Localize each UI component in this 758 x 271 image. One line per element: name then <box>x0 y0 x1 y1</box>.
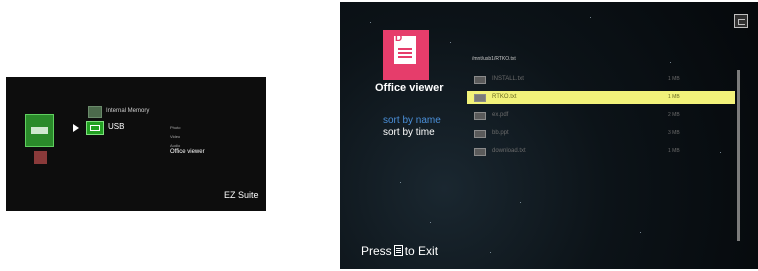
ez-suite-app-icon[interactable] <box>25 114 54 147</box>
file-row[interactable]: INSTALL.txt 1 MB <box>467 73 735 86</box>
exit-icon[interactable] <box>734 14 748 28</box>
file-row[interactable]: ex.pdf 2 MB <box>467 109 735 122</box>
file-size: 1 MB <box>668 94 680 100</box>
file-size: 1 MB <box>668 148 680 154</box>
document-icon <box>383 30 429 80</box>
exit-hint: Press to Exit <box>361 244 438 258</box>
document-icon-letter: D <box>395 33 403 44</box>
selection-arrow-icon <box>73 124 79 132</box>
file-row-selected[interactable]: RTKO.txt 1 MB <box>467 91 735 104</box>
home-menu-panel: Internal Memory USB Photo Video Audio Of… <box>6 77 266 211</box>
file-size: 2 MB <box>668 112 680 118</box>
file-name: INSTALL.txt <box>492 76 524 82</box>
file-icon <box>474 130 486 138</box>
file-icon <box>474 148 486 156</box>
usb-label[interactable]: USB <box>108 122 124 131</box>
file-icon <box>474 94 486 102</box>
current-path: /mnt/usb1/RTKO.txt <box>472 56 516 62</box>
file-size: 1 MB <box>668 76 680 82</box>
submenu-audio[interactable]: Audio <box>170 143 180 148</box>
file-row[interactable]: bb.ppt 3 MB <box>467 127 735 140</box>
brand-label: EZ Suite <box>224 190 259 200</box>
secondary-app-icon[interactable] <box>34 151 47 164</box>
file-name: bb.ppt <box>492 130 509 136</box>
file-name: ex.pdf <box>492 112 509 118</box>
sort-by-name-option[interactable]: sort by name <box>383 115 441 126</box>
internal-memory-label[interactable]: Internal Memory <box>106 108 149 114</box>
submenu-photo[interactable]: Photo <box>170 125 180 130</box>
office-viewer-panel: D Office viewer sort by name sort by tim… <box>340 2 758 269</box>
file-list-scrollbar[interactable] <box>737 70 740 241</box>
menu-key-icon <box>393 245 403 256</box>
file-name: download.txt <box>492 148 526 154</box>
sort-by-time-option[interactable]: sort by time <box>383 127 435 138</box>
file-name: RTKO.txt <box>492 94 517 100</box>
file-size: 3 MB <box>668 130 680 136</box>
file-icon <box>474 76 486 84</box>
usb-icon[interactable] <box>86 121 104 135</box>
exit-hint-press: Press <box>361 244 392 258</box>
exit-hint-to-exit: to Exit <box>404 244 439 258</box>
viewer-title: Office viewer <box>375 82 444 94</box>
file-row[interactable]: download.txt 1 MB <box>467 145 735 158</box>
file-icon <box>474 112 486 120</box>
submenu-office-viewer[interactable]: Office viewer <box>170 149 205 155</box>
internal-memory-icon[interactable] <box>88 106 102 118</box>
submenu-video[interactable]: Video <box>170 134 180 139</box>
